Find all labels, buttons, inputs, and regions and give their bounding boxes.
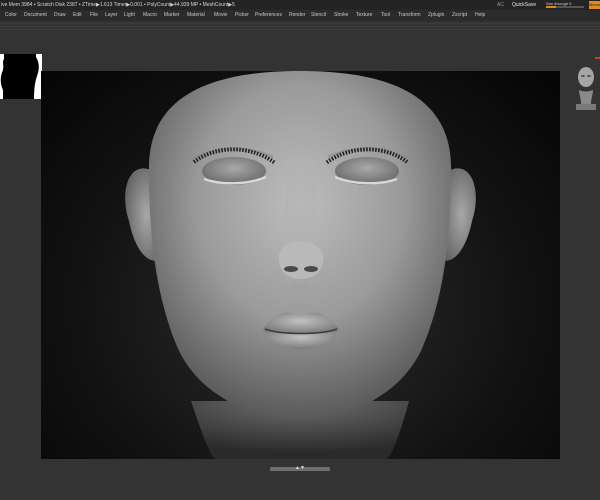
see-through-slider[interactable]: See-through 0 xyxy=(546,1,586,9)
menu-help[interactable]: Help xyxy=(475,10,485,21)
menu-picker[interactable]: Picker xyxy=(235,10,249,21)
menu-document[interactable]: Document xyxy=(24,10,47,21)
menu-transform[interactable]: Transform xyxy=(398,10,421,21)
menu-macro[interactable]: Macro xyxy=(143,10,157,21)
divider-line xyxy=(0,29,600,30)
menu-stencil[interactable]: Stencil xyxy=(311,10,326,21)
head-bust-icon xyxy=(576,67,596,110)
menu-file[interactable]: File xyxy=(90,10,98,21)
nose-tip xyxy=(278,241,324,279)
sculpted-head-render xyxy=(125,71,476,459)
see-through-fill xyxy=(546,6,556,8)
up-down-arrows-icon[interactable]: ▲▼ xyxy=(290,464,310,472)
menu-layer[interactable]: Layer xyxy=(105,10,118,21)
quicksave-button[interactable]: QuickSave xyxy=(512,0,536,10)
divider-line xyxy=(0,26,600,27)
menu-draw[interactable]: Draw xyxy=(54,10,66,21)
tool-thumbnail[interactable] xyxy=(574,64,598,110)
silhouette-thumbnail[interactable] xyxy=(0,54,42,99)
menu-preferences[interactable]: Preferences xyxy=(255,10,282,21)
menu-marker[interactable]: Marker xyxy=(164,10,180,21)
menu-light[interactable]: Light xyxy=(124,10,135,21)
divider-line xyxy=(0,23,600,24)
menu-stroke[interactable]: Stroke xyxy=(334,10,348,21)
shelf-divider xyxy=(0,21,600,31)
see-through-track[interactable] xyxy=(546,6,584,8)
menu-edit[interactable]: Edit xyxy=(73,10,82,21)
menu-zscript[interactable]: Zscript xyxy=(452,10,467,21)
status-text: ive Mem 3984 • Scratch Disk 2387 • ZTime… xyxy=(1,2,235,8)
status-bar: ive Mem 3984 • Scratch Disk 2387 • ZTime… xyxy=(0,0,600,10)
menus-button[interactable]: Menus xyxy=(589,1,600,9)
menu-tool[interactable]: Tool xyxy=(381,10,390,21)
menu-render[interactable]: Render xyxy=(289,10,305,21)
menu-texture[interactable]: Texture xyxy=(356,10,372,21)
ac-button[interactable]: AC xyxy=(497,0,504,10)
silhouette-icon xyxy=(0,54,42,99)
menu-material[interactable]: Material xyxy=(187,10,205,21)
menu-bar: Color Document Draw Edit File Layer Ligh… xyxy=(0,10,600,21)
menu-movie[interactable]: Movie xyxy=(214,10,227,21)
menu-zplugin[interactable]: Zplugin xyxy=(428,10,444,21)
menu-color[interactable]: Color xyxy=(5,10,17,21)
document-canvas[interactable] xyxy=(41,71,560,459)
red-indicator xyxy=(595,57,600,59)
